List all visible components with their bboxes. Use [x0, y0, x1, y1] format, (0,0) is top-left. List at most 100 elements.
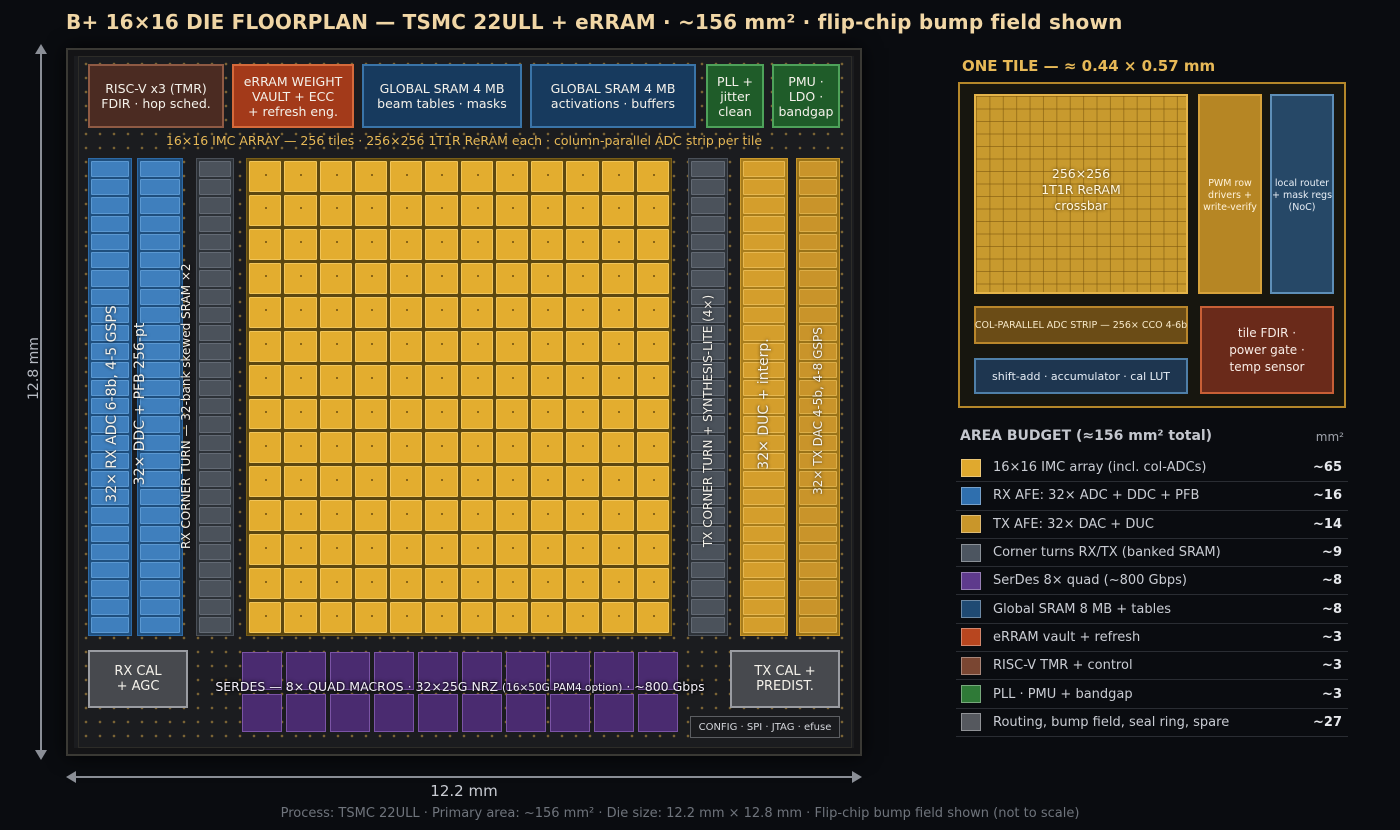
imc-tile[interactable] — [284, 228, 317, 260]
imc-tile[interactable] — [319, 228, 352, 260]
erram-vault-block[interactable]: eRRAM WEIGHT VAULT + ECC + refresh eng. — [232, 64, 354, 128]
serdes-macro[interactable] — [242, 694, 282, 732]
imc-tile[interactable] — [601, 330, 634, 362]
imc-tile[interactable] — [390, 500, 423, 532]
imc-tile[interactable] — [354, 534, 387, 566]
tx-cal-block[interactable]: TX CAL + PREDIST. — [730, 650, 840, 708]
imc-tile[interactable] — [495, 500, 528, 532]
imc-tile[interactable] — [249, 262, 282, 294]
imc-tile[interactable] — [319, 262, 352, 294]
imc-tile[interactable] — [495, 568, 528, 600]
imc-tile[interactable] — [566, 364, 599, 396]
imc-tile[interactable] — [354, 330, 387, 362]
imc-tile[interactable] — [354, 466, 387, 498]
imc-tile[interactable] — [390, 330, 423, 362]
imc-tile[interactable] — [249, 330, 282, 362]
imc-tile[interactable] — [390, 262, 423, 294]
imc-tile[interactable] — [354, 398, 387, 430]
imc-tile[interactable] — [284, 330, 317, 362]
imc-tile[interactable] — [390, 161, 423, 192]
imc-tile[interactable] — [425, 228, 458, 260]
imc-tile[interactable] — [636, 602, 669, 633]
imc-tile[interactable] — [284, 568, 317, 600]
imc-tile[interactable] — [531, 602, 564, 633]
imc-tile[interactable] — [249, 568, 282, 600]
imc-tile[interactable] — [495, 330, 528, 362]
imc-tile[interactable] — [425, 432, 458, 464]
imc-tile[interactable] — [531, 161, 564, 192]
imc-tile[interactable] — [319, 364, 352, 396]
imc-tile[interactable] — [460, 602, 493, 633]
imc-tile[interactable] — [425, 194, 458, 226]
imc-tile[interactable] — [460, 330, 493, 362]
imc-tile[interactable] — [566, 296, 599, 328]
imc-tile[interactable] — [531, 500, 564, 532]
imc-tile[interactable] — [566, 466, 599, 498]
imc-tile[interactable] — [636, 466, 669, 498]
imc-tile[interactable] — [566, 534, 599, 566]
imc-tile[interactable] — [636, 568, 669, 600]
imc-tile[interactable] — [319, 194, 352, 226]
imc-tile[interactable] — [636, 228, 669, 260]
imc-tile[interactable] — [425, 500, 458, 532]
imc-tile[interactable] — [460, 432, 493, 464]
imc-tile[interactable] — [249, 466, 282, 498]
imc-tile[interactable] — [531, 398, 564, 430]
imc-tile[interactable] — [636, 296, 669, 328]
imc-tile[interactable] — [390, 534, 423, 566]
imc-tile[interactable] — [460, 500, 493, 532]
imc-tile[interactable] — [531, 262, 564, 294]
imc-tile[interactable] — [284, 194, 317, 226]
imc-tile[interactable] — [531, 568, 564, 600]
imc-tile[interactable] — [460, 194, 493, 226]
imc-tile[interactable] — [531, 466, 564, 498]
imc-tile[interactable] — [284, 364, 317, 396]
imc-tile[interactable] — [460, 534, 493, 566]
adc-strip-block[interactable]: COL-PARALLEL ADC STRIP — 256× CCO 4-6b — [974, 306, 1188, 344]
imc-tile[interactable] — [566, 432, 599, 464]
imc-tile[interactable] — [354, 262, 387, 294]
imc-tile[interactable] — [249, 534, 282, 566]
imc-tile[interactable] — [566, 398, 599, 430]
imc-tile[interactable] — [425, 568, 458, 600]
imc-tile[interactable] — [495, 432, 528, 464]
imc-tile[interactable] — [425, 364, 458, 396]
imc-tile[interactable] — [284, 602, 317, 633]
imc-tile[interactable] — [425, 161, 458, 192]
imc-tile[interactable] — [390, 364, 423, 396]
imc-tile[interactable] — [460, 262, 493, 294]
riscv-block[interactable]: RISC-V x3 (TMR) FDIR · hop sched. — [88, 64, 224, 128]
imc-tile[interactable] — [425, 466, 458, 498]
imc-tile[interactable] — [354, 296, 387, 328]
imc-tile[interactable] — [531, 364, 564, 396]
imc-tile[interactable] — [460, 364, 493, 396]
imc-tile[interactable] — [354, 364, 387, 396]
imc-tile[interactable] — [390, 602, 423, 633]
imc-tile[interactable] — [531, 432, 564, 464]
imc-tile[interactable] — [531, 330, 564, 362]
serdes-macro[interactable] — [594, 694, 634, 732]
imc-tile[interactable] — [249, 500, 282, 532]
imc-tile[interactable] — [425, 534, 458, 566]
serdes-macro[interactable] — [638, 694, 678, 732]
imc-tile[interactable] — [284, 398, 317, 430]
imc-tile[interactable] — [601, 432, 634, 464]
imc-tile[interactable] — [601, 466, 634, 498]
global-sram-block-1[interactable]: GLOBAL SRAM 4 MB beam tables · masks — [362, 64, 522, 128]
imc-tile[interactable] — [284, 262, 317, 294]
imc-tile[interactable] — [636, 500, 669, 532]
imc-tile[interactable] — [531, 194, 564, 226]
imc-tile[interactable] — [284, 432, 317, 464]
imc-tile[interactable] — [284, 500, 317, 532]
imc-tile[interactable] — [425, 330, 458, 362]
imc-tile[interactable] — [390, 466, 423, 498]
shift-add-block[interactable]: shift-add · accumulator · cal LUT — [974, 358, 1188, 394]
imc-tile[interactable] — [636, 364, 669, 396]
imc-tile[interactable] — [495, 364, 528, 396]
serdes-macro[interactable] — [506, 694, 546, 732]
imc-tile[interactable] — [249, 398, 282, 430]
imc-tile[interactable] — [601, 194, 634, 226]
imc-tile[interactable] — [636, 330, 669, 362]
serdes-macro[interactable] — [330, 694, 370, 732]
imc-tile[interactable] — [354, 432, 387, 464]
